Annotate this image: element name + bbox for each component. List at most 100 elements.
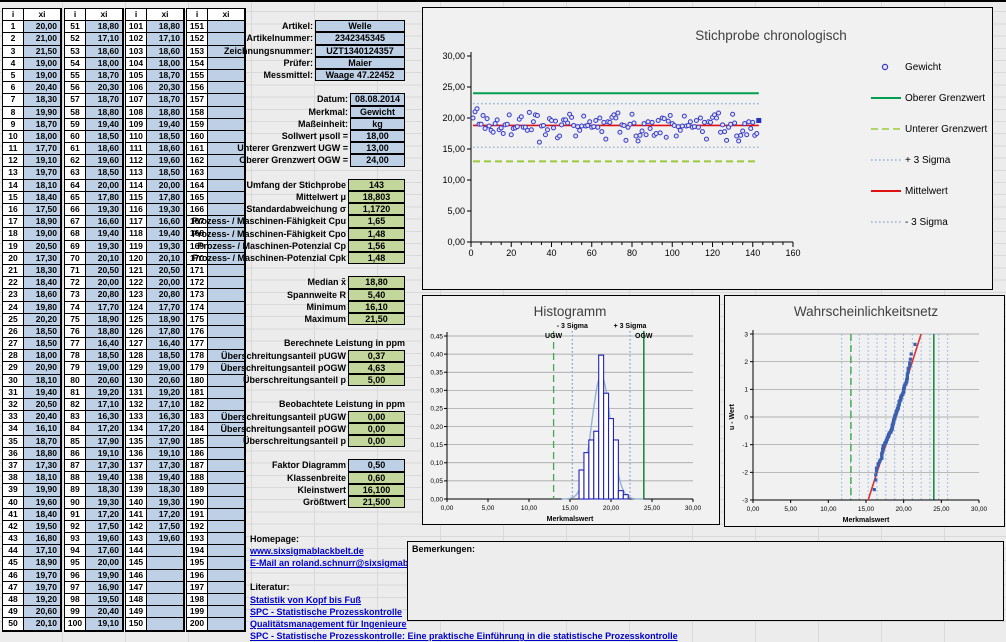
table-row[interactable]: 80 20,60 — [65, 375, 123, 387]
cell-index[interactable]: 72 — [65, 277, 86, 289]
cell-index[interactable]: 143 — [126, 533, 147, 545]
cell-value[interactable]: 20,00 — [24, 21, 61, 33]
table-row[interactable]: 78 18,50 — [65, 350, 123, 362]
cell-value[interactable]: 18,00 — [24, 350, 61, 362]
cell-value[interactable]: 19,60 — [24, 497, 61, 509]
cell-value[interactable]: 16,40 — [86, 338, 123, 350]
field-value-stats-3[interactable]: 1,65 — [348, 215, 405, 227]
cell-value[interactable]: 20,30 — [86, 82, 123, 94]
cell-index[interactable]: 118 — [126, 228, 147, 240]
cell-index[interactable]: 141 — [126, 509, 147, 521]
cell-value[interactable]: 17,80 — [147, 326, 184, 338]
table-row[interactable]: 59 19,40 — [65, 119, 123, 131]
table-row[interactable]: 132 17,10 — [126, 399, 184, 411]
cell-index[interactable]: 48 — [3, 594, 24, 606]
table-row[interactable]: 8 19,90 — [3, 107, 61, 119]
cell-value[interactable]: 19,60 — [86, 533, 123, 545]
link-literatur-1[interactable]: SPC - Statistische Prozesskontrolle — [250, 607, 402, 617]
table-row[interactable]: 149 — [126, 606, 184, 618]
cell-value[interactable]: 18,70 — [24, 436, 61, 448]
table-row[interactable]: 38 18,10 — [3, 472, 61, 484]
cell-value[interactable]: 20,50 — [24, 241, 61, 253]
cell-index[interactable]: 115 — [126, 192, 147, 204]
table-row[interactable]: 39 19,90 — [3, 484, 61, 496]
cell-index[interactable]: 13 — [3, 167, 24, 179]
cell-value[interactable]: 18,90 — [86, 314, 123, 326]
table-row[interactable]: 79 19,00 — [65, 362, 123, 374]
cell-index[interactable]: 11 — [3, 143, 24, 155]
field-value-obs-1[interactable]: 0,00 — [348, 423, 405, 435]
cell-value[interactable]: 19,10 — [86, 448, 123, 460]
cell-index[interactable]: 197 — [187, 582, 208, 594]
table-row[interactable]: 186 — [187, 448, 245, 460]
cell-value[interactable]: 19,00 — [86, 362, 123, 374]
cell-index[interactable]: 78 — [65, 350, 86, 362]
table-row[interactable]: 58 18,80 — [65, 107, 123, 119]
cell-index[interactable]: 171 — [187, 265, 208, 277]
cell-value[interactable]: 17,20 — [147, 509, 184, 521]
table-row[interactable]: 25 20,20 — [3, 314, 61, 326]
table-row[interactable]: 195 — [187, 557, 245, 569]
cell-value[interactable]: 16,40 — [147, 338, 184, 350]
table-row[interactable]: 2 21,00 — [3, 33, 61, 45]
cell-value[interactable]: 18,50 — [147, 167, 184, 179]
cell-index[interactable]: 138 — [126, 472, 147, 484]
cell-index[interactable]: 99 — [65, 606, 86, 618]
cell-value[interactable]: 19,10 — [24, 155, 61, 167]
cell-index[interactable]: 194 — [187, 545, 208, 557]
cell-index[interactable]: 104 — [126, 58, 147, 70]
cell-index[interactable]: 32 — [3, 399, 24, 411]
cell-index[interactable]: 91 — [65, 509, 86, 521]
cell-index[interactable]: 64 — [65, 180, 86, 192]
cell-value[interactable]: 20,00 — [86, 557, 123, 569]
field-value-stats-5[interactable]: 1,56 — [348, 240, 405, 252]
field-value-info-3[interactable]: Maier — [315, 57, 405, 69]
table-row[interactable]: 12 19,10 — [3, 155, 61, 167]
cell-value[interactable]: 17,20 — [86, 509, 123, 521]
cell-value[interactable]: 18,80 — [24, 448, 61, 460]
cell-value[interactable]: 18,40 — [24, 192, 61, 204]
cell-value[interactable]: 16,10 — [24, 423, 61, 435]
field-value-median-3[interactable]: 21,50 — [348, 313, 405, 325]
cell-index[interactable]: 28 — [3, 350, 24, 362]
cell-index[interactable]: 57 — [65, 94, 86, 106]
cell-index[interactable]: 182 — [187, 399, 208, 411]
cell-value[interactable]: 17,20 — [86, 423, 123, 435]
cell-index[interactable]: 163 — [187, 167, 208, 179]
cell-value[interactable] — [147, 570, 184, 582]
cell-index[interactable]: 132 — [126, 399, 147, 411]
cell-index[interactable]: 98 — [65, 594, 86, 606]
cell-value[interactable] — [147, 582, 184, 594]
cell-value[interactable]: 18,30 — [24, 94, 61, 106]
cell-index[interactable]: 40 — [3, 497, 24, 509]
field-value-stats-4[interactable]: 1,48 — [348, 228, 405, 240]
cell-index[interactable]: 69 — [65, 241, 86, 253]
cell-index[interactable]: 142 — [126, 521, 147, 533]
cell-value[interactable]: 19,90 — [24, 484, 61, 496]
cell-index[interactable]: 85 — [65, 436, 86, 448]
cell-index[interactable]: 102 — [126, 33, 147, 45]
cell-index[interactable]: 76 — [65, 326, 86, 338]
table-row[interactable]: 69 19,30 — [65, 241, 123, 253]
table-row[interactable]: 40 19,60 — [3, 497, 61, 509]
cell-value[interactable]: 18,80 — [86, 326, 123, 338]
cell-value[interactable]: 19,10 — [86, 618, 123, 630]
cell-value[interactable]: 18,50 — [24, 326, 61, 338]
table-row[interactable]: 9 18,70 — [3, 119, 61, 131]
cell-index[interactable]: 112 — [126, 155, 147, 167]
cell-index[interactable]: 93 — [65, 533, 86, 545]
cell-index[interactable]: 14 — [3, 180, 24, 192]
cell-index[interactable]: 106 — [126, 82, 147, 94]
table-row[interactable]: 48 19,20 — [3, 594, 61, 606]
cell-index[interactable]: 111 — [126, 143, 147, 155]
cell-value[interactable]: 19,60 — [147, 533, 184, 545]
cell-value[interactable] — [208, 545, 245, 557]
cell-value[interactable]: 19,40 — [86, 228, 123, 240]
cell-value[interactable]: 19,20 — [147, 387, 184, 399]
table-row[interactable]: 30 18,10 — [3, 375, 61, 387]
cell-index[interactable]: 59 — [65, 119, 86, 131]
cell-value[interactable]: 20,00 — [86, 277, 123, 289]
cell-index[interactable]: 12 — [3, 155, 24, 167]
table-row[interactable]: 72 20,00 — [65, 277, 123, 289]
field-value-obs-0[interactable]: 0,00 — [348, 411, 405, 423]
